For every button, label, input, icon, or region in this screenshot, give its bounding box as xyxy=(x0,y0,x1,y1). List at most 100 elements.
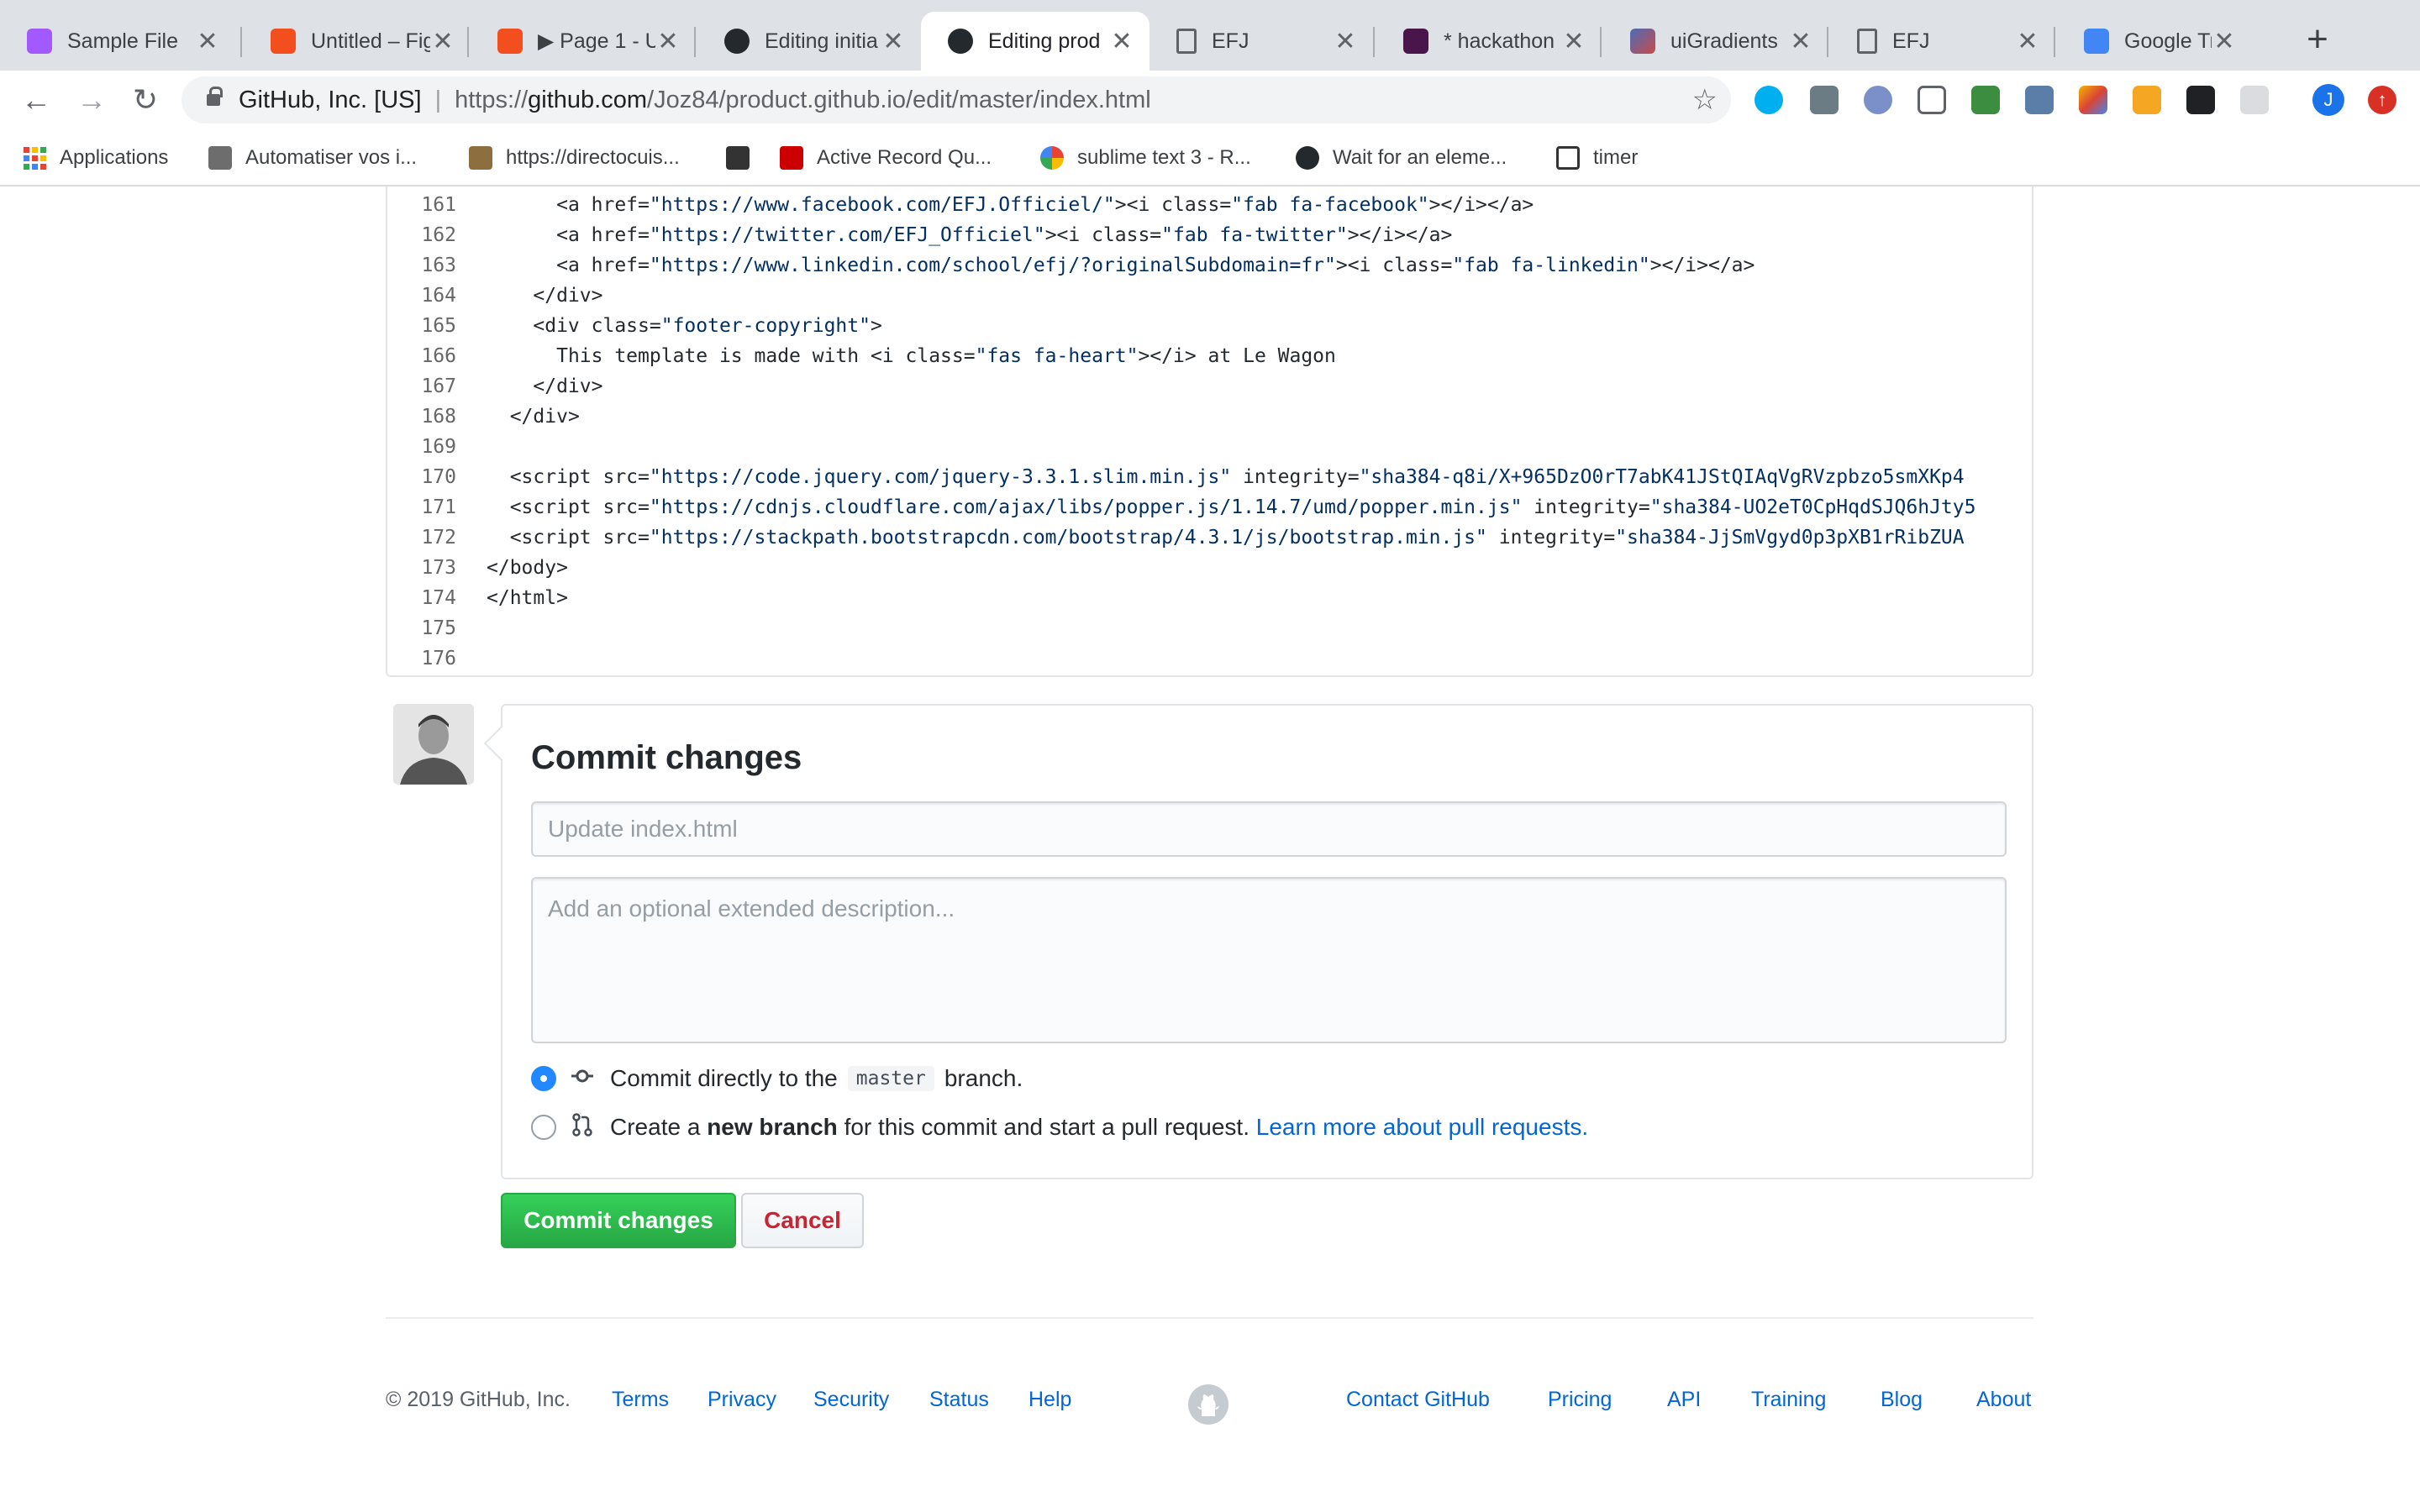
privacy-extension-icon[interactable] xyxy=(1864,86,1892,114)
skype-extension-icon[interactable] xyxy=(1754,86,1783,114)
code-token: <a href= xyxy=(556,224,650,246)
footer-link-blog[interactable]: Blog xyxy=(1881,1388,1923,1412)
code-line[interactable]: 173 </body> xyxy=(387,553,567,583)
close-icon[interactable]: ✕ xyxy=(1788,27,1813,56)
code-token: ><i class= xyxy=(1335,255,1453,276)
code-line[interactable]: 168 </div> xyxy=(387,402,579,432)
code-line[interactable]: 170 <script src="https://code.jquery.com… xyxy=(387,462,1964,492)
code-line[interactable]: 171 <script src="https://cdnjs.cloudflar… xyxy=(387,492,1975,522)
code-extension-icon[interactable] xyxy=(1918,86,1946,114)
browser-tab[interactable]: * hackathon ✕ xyxy=(1376,12,1602,71)
footer-link-api[interactable]: API xyxy=(1667,1388,1701,1412)
footer-link-pricing[interactable]: Pricing xyxy=(1548,1388,1612,1412)
browser-tab[interactable]: Google Trad ✕ xyxy=(2057,12,2252,71)
footer-link-terms[interactable]: Terms xyxy=(612,1388,669,1412)
close-icon[interactable]: ✕ xyxy=(1109,27,1134,56)
layers-extension-icon[interactable] xyxy=(2133,86,2161,114)
google-translate-icon xyxy=(2084,29,2109,54)
code-line[interactable]: 176 xyxy=(387,643,487,674)
commit-summary-input[interactable] xyxy=(531,801,2007,857)
footer-link-contact[interactable]: Contact GitHub xyxy=(1346,1388,1490,1412)
bird-extension-icon[interactable] xyxy=(2186,86,2215,114)
code-token: ></i></a> xyxy=(1649,255,1755,276)
notification-extension-icon[interactable] xyxy=(2025,86,2054,114)
footer-link-training[interactable]: Training xyxy=(1751,1388,1826,1412)
code-token: integrity= xyxy=(1231,466,1360,488)
browser-tab-active[interactable]: Editing prod ✕ xyxy=(921,12,1150,71)
browser-tab[interactable]: Editing initia ✕ xyxy=(697,12,921,71)
bookmark-item[interactable]: https://directocuis... xyxy=(469,143,680,173)
commit-changes-button[interactable]: Commit changes xyxy=(501,1193,736,1248)
browser-tab[interactable]: EFJ ✕ xyxy=(1150,12,1373,71)
radio-commit-direct[interactable] xyxy=(531,1066,556,1091)
code-line[interactable]: 175 xyxy=(387,613,487,643)
bookmark-item[interactable]: Wait for an eleme... xyxy=(1296,143,1507,173)
line-number: 167 xyxy=(421,375,456,397)
commit-new-branch-option[interactable]: Create a new branch for this commit and … xyxy=(531,1110,1588,1144)
close-icon[interactable]: ✕ xyxy=(195,27,220,56)
branch-name: master xyxy=(847,1066,934,1091)
line-number: 171 xyxy=(421,496,456,518)
tab-title: Editing initia xyxy=(765,29,878,53)
bookmark-item[interactable]: sublime text 3 - R... xyxy=(1040,143,1251,173)
code-string-token: "sha384-UO2eT0CpHqdSJQ6hJty5 xyxy=(1649,496,1976,518)
code-editor[interactable]: 161 <a href="https://www.facebook.com/EF… xyxy=(386,186,2033,677)
reload-button[interactable]: ↻ xyxy=(126,81,165,119)
forward-button[interactable]: → xyxy=(72,81,111,119)
back-button[interactable]: ← xyxy=(17,81,55,119)
android-extension-icon[interactable] xyxy=(1971,86,2000,114)
code-line[interactable]: 165 <div class="footer-copyright"> xyxy=(387,311,881,341)
footer-link-about[interactable]: About xyxy=(1976,1388,2031,1412)
update-icon[interactable]: ↑ xyxy=(2368,86,2396,114)
line-number: 172 xyxy=(421,527,456,549)
github-mark-icon[interactable] xyxy=(1188,1384,1228,1425)
footer-link-privacy[interactable]: Privacy xyxy=(708,1388,776,1412)
footer-link-security[interactable]: Security xyxy=(813,1388,889,1412)
code-line[interactable]: 169 xyxy=(387,432,487,462)
commit-direct-option[interactable]: Commit directly to the master branch. xyxy=(531,1062,1023,1095)
code-line[interactable]: 164 </div> xyxy=(387,281,602,311)
close-icon[interactable]: ✕ xyxy=(2212,27,2237,56)
code-line[interactable]: 166 This template is made with <i class=… xyxy=(387,341,1335,371)
color-extension-icon[interactable] xyxy=(2079,86,2107,114)
commit-description-input[interactable] xyxy=(531,877,2007,1043)
learn-more-pull-requests-link[interactable]: Learn more about pull requests. xyxy=(1256,1114,1588,1141)
code-line[interactable]: 161 <a href="https://www.facebook.com/EF… xyxy=(387,190,1534,220)
profile-avatar[interactable]: J xyxy=(2312,84,2344,116)
code-line[interactable]: 163 <a href="https://www.linkedin.com/sc… xyxy=(387,250,1754,281)
browser-tab[interactable]: uiGradients ✕ xyxy=(1603,12,1828,71)
close-icon[interactable]: ✕ xyxy=(1333,27,1358,56)
bookmark-item[interactable]: Active Record Qu... xyxy=(780,143,992,173)
bookmark-item[interactable] xyxy=(726,143,763,173)
url-scheme: https:// xyxy=(455,86,529,113)
close-icon[interactable]: ✕ xyxy=(655,27,681,56)
browser-tab[interactable]: ▶ Page 1 - U ✕ xyxy=(471,12,696,71)
cancel-button[interactable]: Cancel xyxy=(741,1193,864,1248)
address-bar[interactable]: GitHub, Inc. [US] | https:// github.com … xyxy=(182,76,1731,123)
new-tab-button[interactable]: + xyxy=(2296,18,2339,62)
code-line[interactable]: 174 </html> xyxy=(387,583,567,613)
code-token: <script src= xyxy=(509,466,650,488)
code-line[interactable]: 167 </div> xyxy=(387,371,602,402)
code-line[interactable]: 162 <a href="https://twitter.com/EFJ_Off… xyxy=(387,220,1452,250)
footer-link-status[interactable]: Status xyxy=(929,1388,989,1412)
bookmark-applications[interactable]: Applications xyxy=(24,143,168,173)
browser-tab[interactable]: EFJ ✕ xyxy=(1830,12,2055,71)
bookmark-star-icon[interactable]: ☆ xyxy=(1692,83,1718,117)
close-icon[interactable]: ✕ xyxy=(1561,27,1586,56)
close-icon[interactable]: ✕ xyxy=(881,27,906,56)
code-line[interactable]: 172 <script src="https://stackpath.boots… xyxy=(387,522,1964,553)
close-icon[interactable]: ✕ xyxy=(2015,27,2040,56)
footer-link-help[interactable]: Help xyxy=(1028,1388,1071,1412)
chat-extension-icon[interactable] xyxy=(2240,86,2269,114)
radio-new-branch[interactable] xyxy=(531,1115,556,1140)
browser-tab[interactable]: Untitled – Figma ✕ xyxy=(244,12,471,71)
new-branch-prefix: Create a xyxy=(610,1114,701,1140)
browser-tab[interactable]: Sample File ✕ xyxy=(0,12,235,71)
bookmark-item[interactable]: Automatiser vos i... xyxy=(208,143,417,173)
eyedropper-extension-icon[interactable] xyxy=(1810,86,1839,114)
bookmark-item[interactable]: timer xyxy=(1556,143,1638,173)
close-icon[interactable]: ✕ xyxy=(430,27,455,56)
